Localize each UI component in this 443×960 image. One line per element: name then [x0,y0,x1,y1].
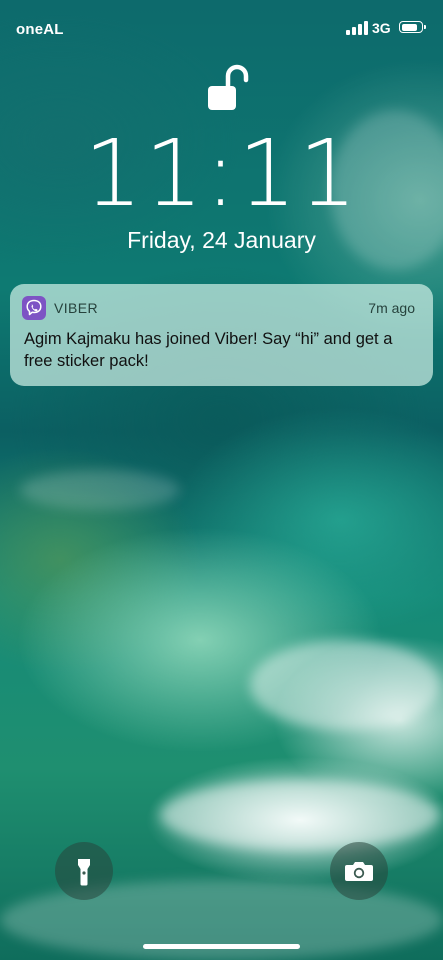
status-bar: oneAL 3G [0,0,443,56]
wallpaper-foam [160,780,440,850]
unlocked-padlock-icon [206,64,252,112]
lock-screen-time: 11:11 [83,120,360,227]
network-type: 3G [372,20,391,36]
wallpaper-foam [20,470,180,510]
flashlight-icon [78,859,90,886]
notification-message: Agim Kajmaku has joined Viber! Say “hi” … [24,330,393,370]
carrier-name: oneAL [16,21,64,38]
notification-app-name: VIBER [54,300,99,316]
viber-notification[interactable]: VIBER 7m ago Agim Kajmaku has joined Vib… [10,284,433,386]
camera-button[interactable] [330,842,388,900]
battery-icon [399,21,426,33]
wallpaper-foam [250,640,440,730]
camera-icon [345,862,373,881]
signal-strength-icon [346,21,368,35]
viber-icon [22,296,46,320]
flashlight-button[interactable] [55,842,113,900]
lock-screen-date: Friday, 24 January [127,227,316,253]
battery-level [401,23,417,31]
home-indicator[interactable] [143,944,300,949]
notification-timestamp: 7m ago [368,300,415,316]
